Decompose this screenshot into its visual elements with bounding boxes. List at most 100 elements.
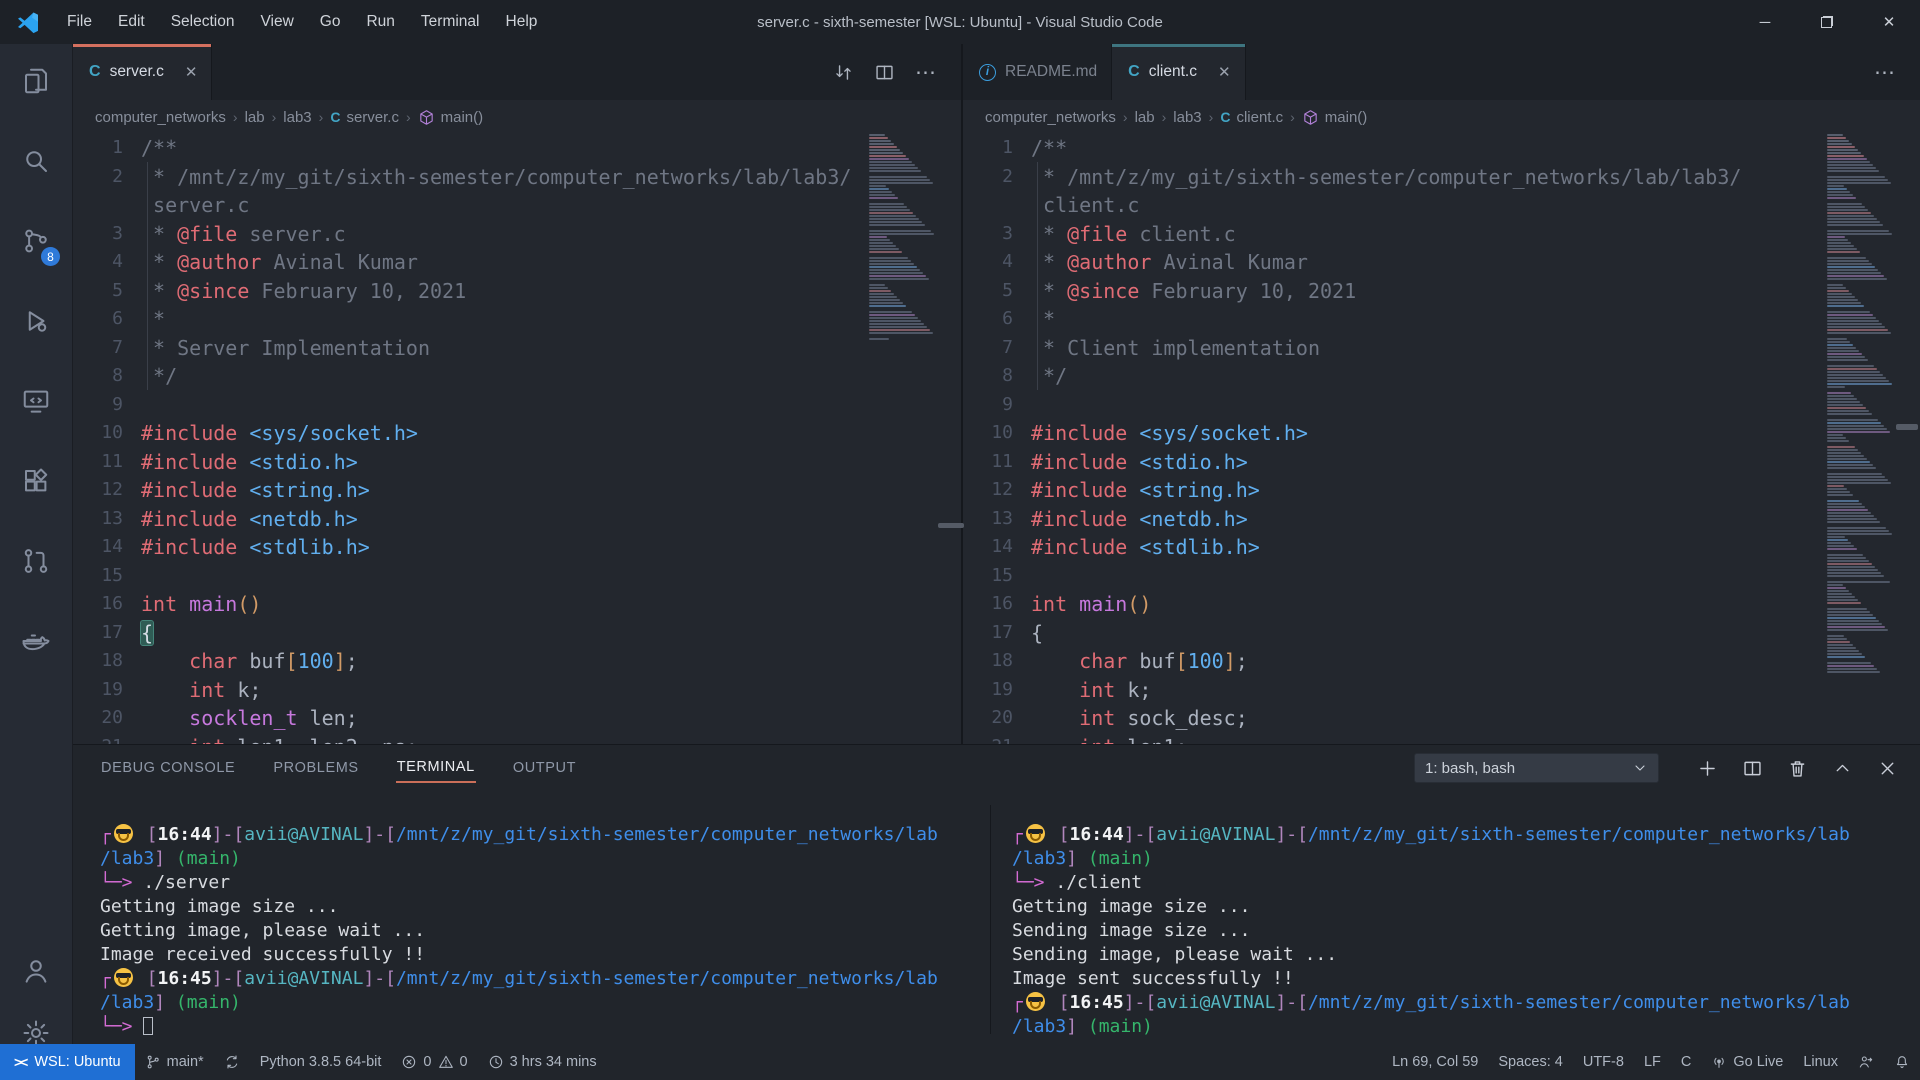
code-line[interactable]: 21 int len1, len2, ns; [73, 733, 868, 745]
sync-button[interactable] [214, 1044, 250, 1080]
notifications-button[interactable] [1884, 1044, 1920, 1080]
more-actions-icon[interactable]: ⋯ [915, 60, 937, 85]
tab-readme-md[interactable]: i README.md [963, 44, 1112, 100]
breadcrumb-item[interactable]: Cclient.c [1220, 109, 1283, 126]
code-line[interactable]: 3 * @file client.c [963, 220, 1827, 249]
menu-view[interactable]: View [247, 0, 306, 44]
code-line[interactable]: 21 int len1; [963, 733, 1827, 745]
code-line[interactable]: 19 int k; [73, 676, 868, 705]
sash-handle[interactable] [938, 523, 964, 528]
menu-selection[interactable]: Selection [158, 0, 248, 44]
encoding[interactable]: UTF-8 [1573, 1044, 1634, 1080]
open-changes-icon[interactable] [833, 62, 854, 83]
go-live-button[interactable]: Go Live [1701, 1044, 1793, 1080]
breadcrumb-item[interactable]: lab3 [1173, 109, 1201, 126]
code-line[interactable]: 20 int sock_desc; [963, 704, 1827, 733]
panel-tab-terminal[interactable]: TERMINAL [396, 753, 476, 783]
cursor-position[interactable]: Ln 69, Col 59 [1382, 1044, 1488, 1080]
code-line[interactable]: 3 * @file server.c [73, 220, 868, 249]
os-indicator[interactable]: Linux [1793, 1044, 1848, 1080]
breadcrumb-item[interactable]: lab [1135, 109, 1155, 126]
run-and-debug-icon[interactable] [0, 290, 72, 352]
code-line[interactable]: client.c [963, 191, 1827, 220]
remote-explorer-icon[interactable] [0, 370, 72, 432]
panel-tab-output[interactable]: OUTPUT [512, 754, 577, 782]
code-line[interactable]: 19 int k; [963, 676, 1827, 705]
code-line[interactable]: 5 * @since February 10, 2021 [73, 277, 868, 306]
more-actions-icon[interactable]: ⋯ [1874, 60, 1896, 85]
time-tracker[interactable]: 3 hrs 34 mins [478, 1044, 607, 1080]
maximize-panel-icon[interactable] [1832, 758, 1853, 779]
git-branch-status[interactable]: main* [135, 1044, 214, 1080]
code-line[interactable]: 2 * /mnt/z/my_git/sixth-semester/compute… [963, 163, 1827, 192]
breadcrumb-item[interactable]: lab [245, 109, 265, 126]
restore-icon[interactable] [1796, 0, 1858, 44]
code-line[interactable]: 8 */ [73, 362, 868, 391]
language-mode[interactable]: C [1671, 1044, 1701, 1080]
code-line[interactable]: 11#include <stdio.h> [963, 448, 1827, 477]
code-line[interactable]: 12#include <string.h> [73, 476, 868, 505]
menu-go[interactable]: Go [307, 0, 354, 44]
kill-terminal-icon[interactable] [1787, 758, 1808, 779]
search-icon[interactable] [0, 130, 72, 192]
code-line[interactable]: 6 * [73, 305, 868, 334]
code-line[interactable]: 14#include <stdlib.h> [73, 533, 868, 562]
extensions-icon[interactable] [0, 450, 72, 512]
accounts-icon[interactable] [0, 940, 72, 1002]
code-line[interactable]: 2 * /mnt/z/my_git/sixth-semester/compute… [73, 163, 868, 192]
minimap[interactable] [869, 134, 939, 744]
code-line[interactable]: 13#include <netdb.h> [73, 505, 868, 534]
feedback-button[interactable] [1848, 1044, 1884, 1080]
github-pull-request-icon[interactable] [0, 530, 72, 592]
breadcrumb[interactable]: computer_networks›lab›lab3›Cserver.c›mai… [73, 100, 961, 134]
source-control-icon[interactable]: 8 [0, 210, 72, 272]
menu-edit[interactable]: Edit [105, 0, 158, 44]
code-line[interactable]: 16int main() [73, 590, 868, 619]
breadcrumb-item[interactable]: Cserver.c [330, 109, 399, 126]
split-editor-icon[interactable] [874, 62, 895, 83]
explorer-icon[interactable] [0, 50, 72, 112]
close-tab-icon[interactable]: ✕ [185, 63, 198, 81]
code-line[interactable]: 7 * Server Implementation [73, 334, 868, 363]
scrollbar-thumb[interactable] [1896, 424, 1918, 430]
close-tab-icon[interactable]: ✕ [1218, 63, 1231, 81]
menu-help[interactable]: Help [493, 0, 551, 44]
panel-tab-debug-console[interactable]: DEBUG CONSOLE [100, 754, 236, 782]
problems-status[interactable]: 0 0 [391, 1044, 477, 1080]
code-line[interactable]: 15 [73, 562, 868, 591]
menu-run[interactable]: Run [353, 0, 407, 44]
new-terminal-icon[interactable] [1697, 758, 1718, 779]
code-line[interactable]: 9 [73, 391, 868, 420]
breadcrumb-item[interactable]: main() [1302, 109, 1368, 126]
breadcrumb-item[interactable]: computer_networks [985, 109, 1116, 126]
code-line[interactable]: 20 socklen_t len; [73, 704, 868, 733]
terminal-server[interactable]: ┌ [16:44]-[avii@AVINAL]-[/mnt/z/my_git/s… [100, 823, 982, 1039]
terminal-split-sash[interactable] [990, 805, 991, 1034]
code-line[interactable]: 15 [963, 562, 1827, 591]
menu-file[interactable]: File [54, 0, 105, 44]
code-editor-server[interactable]: 1/**2 * /mnt/z/my_git/sixth-semester/com… [73, 134, 868, 744]
terminal-picker[interactable]: 1: bash, bash [1414, 753, 1659, 783]
tab-server-c[interactable]: C server.c ✕ [73, 44, 212, 100]
terminal-client[interactable]: ┌ [16:44]-[avii@AVINAL]-[/mnt/z/my_git/s… [1012, 823, 1912, 1039]
code-line[interactable]: 17{ [73, 619, 868, 648]
code-line[interactable]: 7 * Client implementation [963, 334, 1827, 363]
remote-indicator[interactable]: >< WSL: Ubuntu [0, 1044, 135, 1080]
code-line[interactable]: server.c [73, 191, 868, 220]
code-line[interactable]: 10#include <sys/socket.h> [963, 419, 1827, 448]
eol-selector[interactable]: LF [1634, 1044, 1671, 1080]
breadcrumb-item[interactable]: computer_networks [95, 109, 226, 126]
code-line[interactable]: 4 * @author Avinal Kumar [73, 248, 868, 277]
code-line[interactable]: 16int main() [963, 590, 1827, 619]
code-line[interactable]: 4 * @author Avinal Kumar [963, 248, 1827, 277]
close-panel-icon[interactable] [1877, 758, 1898, 779]
code-line[interactable]: 18 char buf[100]; [963, 647, 1827, 676]
code-line[interactable]: 14#include <stdlib.h> [963, 533, 1827, 562]
panel-tab-problems[interactable]: PROBLEMS [272, 754, 359, 782]
editor-group-sash[interactable] [961, 44, 963, 744]
code-line[interactable]: 1/** [963, 134, 1827, 163]
close-icon[interactable]: ✕ [1858, 0, 1920, 44]
code-line[interactable]: 11#include <stdio.h> [73, 448, 868, 477]
code-line[interactable]: 12#include <string.h> [963, 476, 1827, 505]
indentation[interactable]: Spaces: 4 [1488, 1044, 1573, 1080]
